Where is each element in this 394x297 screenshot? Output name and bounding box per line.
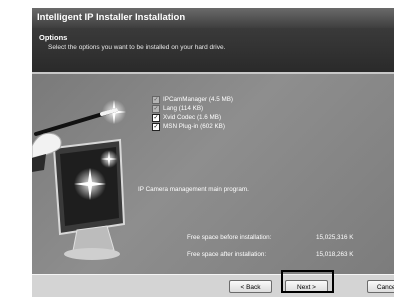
- header-panel: Options Select the options you want to b…: [32, 28, 394, 72]
- space-before-value: 15,025,316 K: [316, 234, 354, 241]
- monitor-wand-illustration: [32, 100, 126, 260]
- cancel-button[interactable]: Cancel: [367, 280, 394, 293]
- option-lang: ✓ Lang (114 KB): [152, 104, 203, 113]
- space-after-value: 15,018,263 K: [316, 251, 354, 258]
- back-button[interactable]: < Back: [229, 280, 272, 293]
- checkbox-xvid-codec[interactable]: ✓: [152, 113, 160, 122]
- option-ipcammanager: ✓ IPCamManager (4.5 MB): [152, 95, 233, 104]
- checkbox-msn-plugin[interactable]: ✓: [152, 122, 160, 131]
- window-title: Intelligent IP Installer Installation: [32, 8, 394, 28]
- header-subtitle: Select the options you want to be instal…: [48, 44, 226, 51]
- checkbox-ipcammanager: ✓: [152, 95, 160, 104]
- option-description: IP Camera management main program.: [138, 186, 249, 193]
- options-panel: ✓ IPCamManager (4.5 MB) ✓ Lang (114 KB) …: [32, 74, 394, 274]
- check-icon: ✓: [153, 114, 159, 121]
- space-before-label: Free space before installation:: [187, 234, 272, 241]
- option-msn-plugin[interactable]: ✓ MSN Plug-in (602 KB): [152, 122, 225, 131]
- option-xvid-codec[interactable]: ✓ Xvid Codec (1.6 MB): [152, 113, 221, 122]
- options-checklist: ✓ IPCamManager (4.5 MB) ✓ Lang (114 KB) …: [147, 91, 327, 137]
- next-button-highlight: [281, 270, 334, 293]
- check-icon: ✓: [153, 105, 159, 112]
- space-after-label: Free space after installation:: [187, 251, 267, 258]
- option-label: Lang (114 KB): [163, 105, 204, 112]
- option-label: IPCamManager (4.5 MB): [163, 96, 233, 103]
- installer-window: Intelligent IP Installer Installation Op…: [32, 8, 394, 297]
- check-icon: ✓: [153, 123, 159, 130]
- option-label[interactable]: MSN Plug-in (602 KB): [163, 123, 225, 130]
- check-icon: ✓: [153, 96, 159, 103]
- option-label[interactable]: Xvid Codec (1.6 MB): [163, 114, 221, 121]
- header-title: Options: [39, 33, 68, 42]
- checkbox-lang: ✓: [152, 104, 160, 113]
- button-bar: < Back Next > Cancel: [32, 274, 394, 297]
